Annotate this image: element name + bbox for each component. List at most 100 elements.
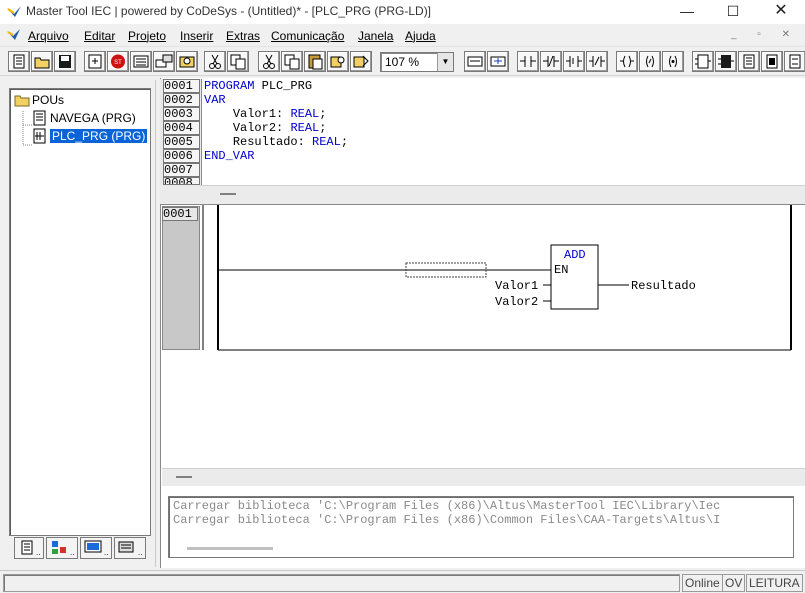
function-icon[interactable] — [738, 51, 760, 72]
negated-contact-icon[interactable] — [487, 51, 509, 72]
code-text: ; — [319, 121, 327, 135]
menu-comunicacao[interactable]: Comunicação — [271, 29, 344, 43]
editor-horizontal-scrollbar[interactable] — [162, 468, 805, 486]
message-line: Carregar biblioteca 'C:\Program Files (x… — [173, 499, 721, 513]
code-line-3[interactable]: Valor1: REAL; — [204, 107, 327, 121]
svg-text:..: .. — [104, 548, 108, 557]
menu-ajuda[interactable]: Ajuda — [405, 29, 436, 43]
document-icon — [33, 110, 46, 126]
stop-icon[interactable]: ST — [107, 51, 129, 72]
code-text: ; — [340, 135, 349, 149]
folder-icon — [14, 95, 30, 107]
menu-arquivo[interactable]: Arquivo — [28, 29, 69, 43]
resources-tab[interactable]: .. — [114, 537, 146, 559]
code-text: PLC_PRG — [254, 79, 313, 93]
reset-coil-icon[interactable] — [662, 51, 684, 72]
scroll-thumb[interactable] — [176, 476, 192, 478]
tree-item-navega[interactable]: NAVEGA (PRG) — [50, 111, 136, 125]
zoom-select[interactable]: 107 % ▼ — [380, 52, 454, 72]
code-variable: Resultado — [232, 135, 298, 149]
line-number: 0006 — [163, 149, 200, 163]
online-icon[interactable] — [153, 51, 175, 72]
parallel-contact-icon[interactable] — [517, 51, 539, 72]
code-line-2[interactable]: VAR — [204, 93, 226, 107]
data-types-tab[interactable]: .. — [46, 537, 78, 559]
replace-icon[interactable] — [350, 51, 372, 72]
set-contact-icon[interactable] — [586, 51, 608, 72]
copy-icon[interactable] — [227, 51, 249, 72]
message-window[interactable]: Carregar biblioteca 'C:\Program Files (x… — [168, 496, 794, 558]
login-icon[interactable] — [84, 51, 106, 72]
code-text: : — [276, 121, 291, 135]
code-line-5[interactable]: Resultado: REAL; — [204, 135, 348, 149]
chevron-down-icon[interactable]: ▼ — [437, 53, 453, 71]
open-icon[interactable] — [31, 51, 53, 72]
cut-icon[interactable] — [204, 51, 226, 72]
menu-inserir[interactable]: Inserir — [180, 29, 213, 43]
code-keyword: END_VAR — [204, 149, 255, 163]
menu-janela[interactable]: Janela — [358, 29, 393, 43]
ladder-network[interactable]: ADD EN Valor1 Valor2 Resultado — [200, 205, 805, 352]
visualizations-tab[interactable]: .. — [80, 537, 112, 559]
code-variable: Valor2 — [232, 121, 277, 135]
maximize-button[interactable]: ☐ — [710, 0, 756, 24]
status-online: Online — [682, 574, 723, 592]
code-line-1[interactable]: PROGRAM PLC_PRG — [204, 79, 312, 93]
build-icon[interactable] — [130, 51, 152, 72]
message-scroll-thumb[interactable] — [187, 547, 273, 550]
set-coil-icon[interactable] — [639, 51, 661, 72]
tree-root-pous[interactable]: POUs — [32, 93, 64, 107]
title-bar: Master Tool IEC | powered by CoDeSys - (… — [0, 0, 805, 24]
menu-extras[interactable]: Extras — [226, 29, 260, 43]
minimize-button[interactable]: — — [664, 0, 710, 24]
message-line: Carregar biblioteca 'C:\Program Files (x… — [173, 513, 721, 527]
block-name: ADD — [564, 248, 586, 262]
contact-icon[interactable] — [464, 51, 486, 72]
pous-tab[interactable]: .. — [14, 537, 44, 559]
object-organizer: POUs NAVEGA (PRG) PLC_PRG (PRG) .. .. ..… — [4, 80, 156, 567]
code-line-4[interactable]: Valor2: REAL; — [204, 121, 327, 135]
copy2-icon[interactable] — [281, 51, 303, 72]
code-keyword: PROGRAM — [204, 79, 255, 93]
status-bar: Online OV LEITURA — [0, 570, 805, 593]
box-icon[interactable] — [692, 51, 714, 72]
code-text: : — [297, 135, 313, 149]
menu-projeto[interactable]: Projeto — [128, 29, 166, 43]
code-line-6[interactable]: END_VAR — [204, 149, 254, 163]
scroll-thumb[interactable] — [220, 193, 236, 195]
network-number: 0001 — [162, 207, 198, 221]
jump-icon[interactable] — [761, 51, 783, 72]
svg-text:..: .. — [36, 548, 40, 557]
cut2-icon[interactable] — [258, 51, 280, 72]
splitter-left — [160, 185, 202, 205]
en-label: EN — [554, 263, 568, 277]
pou-tree[interactable]: POUs NAVEGA (PRG) PLC_PRG (PRG) — [9, 88, 151, 536]
box-en-icon[interactable] — [715, 51, 737, 72]
zoom-value: 107 % — [385, 55, 420, 69]
paste-icon[interactable] — [304, 51, 326, 72]
document-icon[interactable] — [6, 28, 22, 42]
return-icon[interactable] — [784, 51, 805, 72]
mdi-window-controls[interactable]: _ ▫ ✕ — [731, 29, 799, 40]
app-icon — [7, 6, 21, 17]
status-readonly: LEITURA — [746, 574, 803, 592]
line-number: 0002 — [163, 93, 200, 107]
new-icon[interactable] — [8, 51, 30, 72]
close-button[interactable]: ✕ — [758, 0, 804, 24]
tree-item-plc-prg[interactable]: PLC_PRG (PRG) — [50, 129, 148, 143]
declaration-scrollbar[interactable] — [200, 185, 805, 205]
input-valor2: Valor2 — [495, 295, 538, 309]
find-icon[interactable] — [176, 51, 198, 72]
coil-icon[interactable] — [616, 51, 638, 72]
coil-contact-icon[interactable] — [563, 51, 585, 72]
ladder-icon — [33, 128, 46, 144]
save-icon[interactable] — [54, 51, 76, 72]
code-text: ; — [319, 107, 327, 121]
status-message-area — [3, 574, 680, 592]
input-valor1: Valor1 — [495, 279, 538, 293]
parallel-negated-icon[interactable] — [540, 51, 562, 72]
menu-editar[interactable]: Editar — [84, 29, 115, 43]
find2-icon[interactable] — [327, 51, 349, 72]
